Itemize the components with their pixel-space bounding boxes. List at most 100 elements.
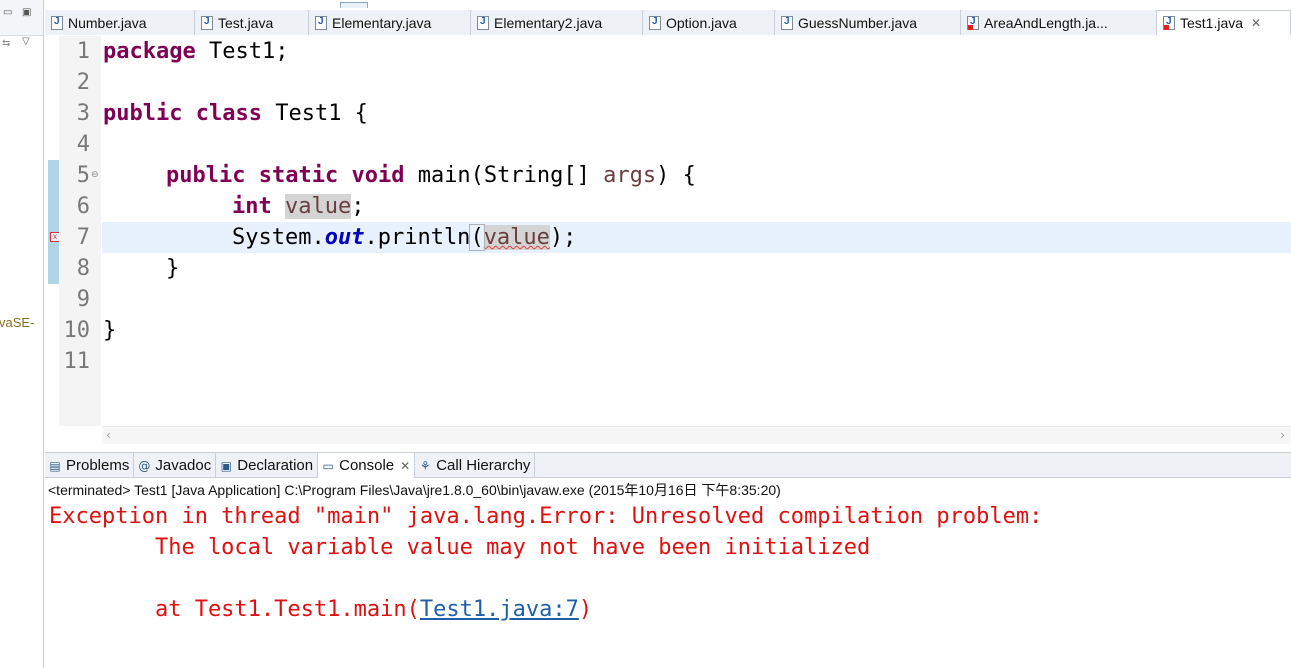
- code-area[interactable]: package Test1; public class Test1 { publ…: [102, 36, 1291, 426]
- line-number: 1: [76, 39, 90, 64]
- panel-tab-label: Call Hierarchy: [436, 457, 531, 474]
- jre-library-label[interactable]: vaSE-: [0, 315, 34, 330]
- editor-tab-bar: Number.java Test.java Elementary.java Eleme…: [45, 10, 1291, 35]
- code-text: Test1 {: [261, 101, 368, 126]
- java-file-icon: [649, 15, 661, 30]
- panel-tab-call-hierarchy[interactable]: ⚘ Call Hierarchy: [415, 453, 536, 478]
- code-text: ) {: [656, 163, 696, 188]
- overview-ruler: x: [45, 36, 60, 426]
- panel-tab-label: Javadoc: [155, 457, 212, 474]
- toolbar-indicator: [340, 2, 368, 8]
- java-file-icon: [967, 15, 979, 30]
- line-number: 11: [63, 349, 91, 374]
- line-number: 5: [76, 163, 90, 188]
- editor-tab-label: Elementary.java: [332, 14, 432, 31]
- java-editor[interactable]: x 1 2 3 4 5 6 7 8 9 10 11 ⊖ package Test1; public …: [45, 36, 1291, 448]
- panel-tab-javadoc[interactable]: @ Javadoc: [134, 453, 217, 478]
- code-text: ;: [351, 194, 365, 219]
- code-text: System.: [232, 225, 325, 250]
- fold-collapse-icon[interactable]: ⊖: [91, 170, 101, 180]
- panel-tab-label: Problems: [66, 457, 130, 474]
- package-explorer-panel: ▭ ▣ ⇆ ▽ vaSE-: [0, 0, 44, 668]
- line-number-gutter: 1 2 3 4 5 6 7 8 9 10 11: [59, 36, 101, 426]
- error-variable-value[interactable]: value: [483, 225, 550, 250]
- console-stacktrace-line: at Test1.Test1.main(Test1.java:7): [49, 594, 592, 625]
- editor-tab[interactable]: GuessNumber.java: [775, 10, 961, 35]
- line-number: 3: [76, 101, 90, 126]
- local-variable-value[interactable]: value: [285, 194, 352, 219]
- keyword: static: [258, 163, 339, 188]
- java-file-icon: [315, 15, 327, 30]
- view-menu-chevron-icon[interactable]: ▽: [22, 36, 34, 48]
- code-line-7: System.out.println(value);: [232, 222, 576, 253]
- editor-tab[interactable]: Elementary.java: [309, 10, 471, 35]
- line-number: 10: [63, 318, 91, 343]
- panel-tab-declaration[interactable]: ▣ Declaration: [216, 453, 319, 478]
- editor-tab[interactable]: AreaAndLength.ja...: [961, 10, 1157, 35]
- matching-bracket: (: [469, 224, 485, 251]
- editor-tab[interactable]: Option.java: [643, 10, 775, 35]
- editor-tab-label: Test1.java: [1180, 15, 1244, 31]
- code-text: }: [166, 256, 180, 281]
- editor-tab-label: Number.java: [68, 14, 147, 31]
- editor-tab[interactable]: Elementary2.java: [471, 10, 643, 35]
- static-field-out: out: [324, 225, 365, 250]
- keyword: class: [195, 101, 262, 126]
- panel-tab-label: Declaration: [237, 457, 314, 474]
- stacktrace-text: ): [578, 597, 593, 622]
- stacktrace-source-link[interactable]: Test1.java:7: [420, 597, 579, 622]
- code-line-6: int value;: [232, 191, 364, 222]
- scroll-right-icon[interactable]: ›: [1280, 428, 1285, 442]
- line-number: 4: [76, 132, 90, 157]
- minimize-icon[interactable]: ▭: [3, 8, 13, 18]
- line-number: 7: [76, 225, 90, 250]
- java-file-icon: [51, 15, 63, 30]
- code-line-5: public static void main(String[] args) {: [166, 160, 696, 191]
- editor-tab[interactable]: Test.java: [195, 10, 309, 35]
- code-text: ;: [563, 225, 577, 250]
- keyword: public: [103, 101, 183, 126]
- java-file-icon: [201, 15, 213, 30]
- package-explorer-header: ▭ ▣: [0, 0, 43, 36]
- keyword: void: [351, 163, 405, 188]
- close-tab-icon[interactable]: ✕: [400, 459, 410, 473]
- console-output[interactable]: Exception in thread "main" java.lang.Err…: [45, 501, 1291, 668]
- panel-tab-problems[interactable]: ▤ Problems: [45, 453, 135, 478]
- editor-tab-label: GuessNumber.java: [798, 14, 918, 31]
- bottom-panel-tab-bar: ▤ Problems @ Javadoc ▣ Declaration ▭ Console ✕ ⚘ C…: [45, 452, 1291, 478]
- code-text: ): [549, 225, 564, 250]
- link-editor-icon[interactable]: ⇆: [2, 38, 12, 49]
- line-number: 6: [76, 194, 90, 219]
- code-text: main(String[]: [404, 163, 604, 188]
- editor-tab[interactable]: Number.java: [45, 10, 195, 35]
- line-number: 9: [76, 287, 90, 312]
- panel-tab-label: Console: [339, 457, 395, 474]
- editor-tab[interactable]: Test1.java ✕: [1157, 10, 1291, 35]
- code-text: .println: [364, 225, 471, 250]
- console-icon: ▭: [322, 458, 334, 473]
- code-text: }: [103, 318, 117, 343]
- keyword: public: [166, 163, 246, 188]
- horizontal-scrollbar[interactable]: ‹ ›: [102, 426, 1291, 444]
- java-file-icon: [1163, 16, 1175, 30]
- keyword: package: [103, 39, 196, 64]
- maximize-icon[interactable]: ▣: [22, 8, 32, 18]
- stacktrace-text: at Test1.Test1.main(: [49, 597, 420, 622]
- scroll-left-icon[interactable]: ‹: [106, 428, 111, 442]
- code-line-3: public class Test1 {: [103, 98, 368, 129]
- close-tab-icon[interactable]: ✕: [1251, 16, 1261, 30]
- declaration-icon: ▣: [220, 458, 232, 473]
- code-text: Test1;: [195, 39, 289, 64]
- problems-icon: ▤: [49, 458, 61, 473]
- keyword: int: [232, 194, 272, 219]
- code-line-10: }: [103, 315, 116, 346]
- editor-tab-label: AreaAndLength.ja...: [984, 14, 1108, 31]
- editor-tab-label: Test.java: [218, 14, 274, 31]
- java-file-icon: [477, 15, 489, 30]
- panel-tab-console[interactable]: ▭ Console ✕: [318, 453, 416, 478]
- line-number: 8: [76, 256, 90, 281]
- console-process-description: <terminated> Test1 [Java Application] C:…: [48, 482, 781, 498]
- parameter-args: args: [603, 163, 657, 188]
- line-number: 2: [76, 70, 90, 95]
- call-hierarchy-icon: ⚘: [419, 458, 431, 473]
